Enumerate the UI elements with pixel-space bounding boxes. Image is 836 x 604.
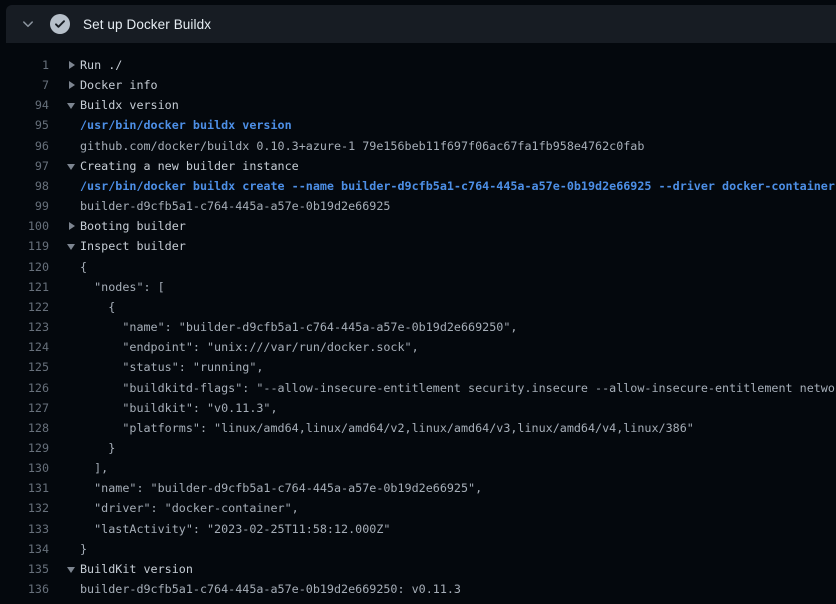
line-number[interactable]: 134 — [0, 539, 49, 559]
log-line: 123 "name": "builder-d9cfb5a1-c764-445a-… — [0, 317, 836, 337]
log-line: 98/usr/bin/docker buildx create --name b… — [0, 176, 836, 196]
line-number[interactable]: 135 — [0, 559, 49, 579]
log-lines: 1 Run ./ 7 Docker info 94 Buildx version 95/us… — [0, 43, 836, 604]
log-command-text: /usr/bin/docker buildx create --name bui… — [80, 179, 835, 193]
log-text: builder-d9cfb5a1-c764-445a-a57e-0b19d2e6… — [80, 582, 461, 596]
log-line[interactable]: 119 Inspect builder — [0, 236, 836, 256]
log-command-text: /usr/bin/docker buildx version — [80, 118, 292, 132]
line-number[interactable]: 96 — [0, 136, 49, 156]
log-text: "name": "builder-d9cfb5a1-c764-445a-a57e… — [80, 320, 517, 334]
log-group-title: Docker info — [80, 78, 158, 92]
log-line: 96 github.com/docker/buildx 0.10.3+azure-… — [0, 136, 836, 156]
log-line: 129 } — [0, 438, 836, 458]
check-circle-icon — [50, 14, 70, 34]
log-line: 134} — [0, 539, 836, 559]
log-line: 128 "platforms": "linux/amd64,linux/amd6… — [0, 418, 836, 438]
log-text: "driver": "docker-container", — [80, 501, 299, 515]
log-line[interactable]: 94 Buildx version — [0, 95, 836, 115]
log-group-title: Inspect builder — [80, 239, 186, 253]
log-group-title: Buildx version — [80, 98, 179, 112]
expand-group-icon[interactable] — [69, 61, 75, 69]
log-text: } — [80, 542, 87, 556]
log-text: ], — [80, 461, 108, 475]
log-line: 136 builder-d9cfb5a1-c764-445a-a57e-0b19d… — [0, 579, 836, 599]
line-number[interactable]: 126 — [0, 378, 49, 398]
collapse-group-icon[interactable] — [67, 244, 75, 250]
expand-group-icon[interactable] — [69, 81, 75, 89]
line-number[interactable]: 119 — [0, 236, 49, 256]
collapse-group-icon[interactable] — [67, 567, 75, 573]
log-group-title: Booting builder — [80, 219, 186, 233]
line-number[interactable]: 100 — [0, 216, 49, 236]
step-title: Set up Docker Buildx — [83, 17, 211, 32]
log-line: 133 "lastActivity": "2023-02-25T11:58:12… — [0, 519, 836, 539]
log-text: "buildkitd-flags": "--allow-insecure-ent… — [80, 381, 836, 395]
log-group-title: Creating a new builder instance — [80, 159, 299, 173]
collapse-group-icon[interactable] — [67, 103, 75, 109]
log-text: { — [80, 260, 87, 274]
collapse-group-icon[interactable] — [67, 164, 75, 170]
log-text: "status": "running", — [80, 360, 263, 374]
line-number[interactable]: 120 — [0, 257, 49, 277]
line-number[interactable]: 97 — [0, 156, 49, 176]
chevron-down-icon[interactable] — [20, 16, 36, 32]
log-line: 131 "name": "builder-d9cfb5a1-c764-445a-… — [0, 478, 836, 498]
log-text: github.com/docker/buildx 0.10.3+azure-1 … — [80, 139, 644, 153]
log-line: 127 "buildkit": "v0.11.3", — [0, 398, 836, 418]
log-line: 132 "driver": "docker-container", — [0, 498, 836, 518]
line-number[interactable]: 98 — [0, 176, 49, 196]
log-text: { — [80, 300, 115, 314]
line-number[interactable]: 122 — [0, 297, 49, 317]
line-number[interactable]: 121 — [0, 277, 49, 297]
log-text: "buildkit": "v0.11.3", — [80, 401, 278, 415]
log-text: } — [80, 441, 115, 455]
log-text: "platforms": "linux/amd64,linux/amd64/v2… — [80, 421, 694, 435]
log-group-title: Run ./ — [80, 58, 122, 72]
line-number[interactable]: 94 — [0, 95, 49, 115]
line-number[interactable]: 129 — [0, 438, 49, 458]
line-number[interactable]: 123 — [0, 317, 49, 337]
line-number[interactable]: 130 — [0, 458, 49, 478]
line-number[interactable]: 131 — [0, 478, 49, 498]
log-line: 125 "status": "running", — [0, 357, 836, 377]
line-number[interactable]: 127 — [0, 398, 49, 418]
log-line[interactable]: 7 Docker info — [0, 75, 836, 95]
log-text: "nodes": [ — [80, 280, 165, 294]
log-line: 124 "endpoint": "unix:///var/run/docker.… — [0, 337, 836, 357]
line-number[interactable]: 1 — [0, 55, 49, 75]
log-line: 122 { — [0, 297, 836, 317]
line-number[interactable]: 95 — [0, 115, 49, 135]
log-text: "lastActivity": "2023-02-25T11:58:12.000… — [80, 522, 390, 536]
log-line[interactable]: 135 BuildKit version — [0, 559, 836, 579]
log-group-title: BuildKit version — [80, 562, 193, 576]
log-line: 126 "buildkitd-flags": "--allow-insecure… — [0, 378, 836, 398]
line-number[interactable]: 133 — [0, 519, 49, 539]
line-number[interactable]: 124 — [0, 337, 49, 357]
step-header[interactable]: Set up Docker Buildx — [6, 5, 836, 43]
line-number[interactable]: 99 — [0, 196, 49, 216]
line-number[interactable]: 132 — [0, 498, 49, 518]
log-line: 95/usr/bin/docker buildx version — [0, 115, 836, 135]
log-line: 130 ], — [0, 458, 836, 478]
log-line: 120 { — [0, 257, 836, 277]
log-line[interactable]: 97 Creating a new builder instance — [0, 156, 836, 176]
line-number[interactable]: 125 — [0, 357, 49, 377]
log-text: "name": "builder-d9cfb5a1-c764-445a-a57e… — [80, 481, 482, 495]
log-text: builder-d9cfb5a1-c764-445a-a57e-0b19d2e6… — [80, 199, 390, 213]
log-text: "endpoint": "unix:///var/run/docker.sock… — [80, 340, 419, 354]
expand-group-icon[interactable] — [69, 222, 75, 230]
line-number[interactable]: 7 — [0, 75, 49, 95]
log-line: 99 builder-d9cfb5a1-c764-445a-a57e-0b19d2… — [0, 196, 836, 216]
line-number[interactable]: 136 — [0, 579, 49, 599]
log-line: 121 "nodes": [ — [0, 277, 836, 297]
log-line[interactable]: 1 Run ./ — [0, 55, 836, 75]
log-line[interactable]: 100 Booting builder — [0, 216, 836, 236]
line-number[interactable]: 128 — [0, 418, 49, 438]
